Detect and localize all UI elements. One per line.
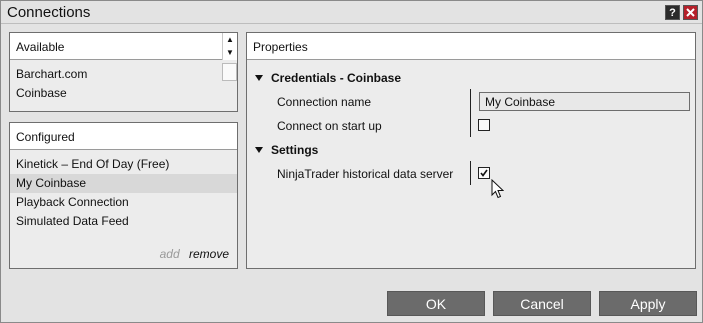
historical-server-checkbox[interactable] xyxy=(478,167,490,179)
available-scroll-thumb[interactable] xyxy=(222,63,237,81)
settings-section[interactable]: Settings xyxy=(255,143,318,157)
property-divider[interactable] xyxy=(470,161,471,185)
close-icon xyxy=(686,8,695,17)
connect-on-startup-checkbox[interactable] xyxy=(478,119,490,131)
apply-button[interactable]: Apply xyxy=(599,291,697,316)
title-bar: Connections ? xyxy=(1,1,702,24)
list-item-coinbase[interactable]: Coinbase xyxy=(10,84,237,103)
historical-server-label: NinjaTrader historical data server xyxy=(277,167,454,181)
help-button[interactable]: ? xyxy=(665,5,680,20)
connection-name-input[interactable] xyxy=(479,92,690,111)
connections-window: Connections ? Available ▲ ▼ Barchart.com… xyxy=(0,0,703,323)
configured-header: Configured xyxy=(10,123,237,150)
configured-actions: add remove xyxy=(160,247,229,261)
list-item-playback[interactable]: Playback Connection xyxy=(10,193,237,212)
mouse-cursor-icon xyxy=(491,179,504,199)
collapse-triangle-icon xyxy=(255,75,263,81)
connect-on-startup-label: Connect on start up xyxy=(277,119,382,133)
settings-section-label: Settings xyxy=(271,143,319,157)
available-scroll-buttons: ▲ ▼ xyxy=(222,33,237,60)
help-icon: ? xyxy=(669,6,676,19)
credentials-section-label: Credentials - Coinbase xyxy=(271,71,402,85)
scroll-down-icon[interactable]: ▼ xyxy=(223,46,237,59)
available-panel: Available ▲ ▼ Barchart.com Coinbase xyxy=(9,32,238,112)
connection-name-label: Connection name xyxy=(277,95,372,109)
list-item-my-coinbase[interactable]: My Coinbase xyxy=(10,174,237,193)
properties-header: Properties xyxy=(247,33,695,60)
window-title: Connections xyxy=(7,4,91,21)
credentials-section[interactable]: Credentials - Coinbase xyxy=(255,71,401,85)
available-list: Barchart.com Coinbase xyxy=(10,60,237,103)
property-divider[interactable] xyxy=(470,89,471,137)
add-link[interactable]: add xyxy=(160,247,180,261)
close-button[interactable] xyxy=(683,5,698,20)
list-item-simulated[interactable]: Simulated Data Feed xyxy=(10,212,237,231)
list-item-barchart[interactable]: Barchart.com xyxy=(10,65,237,84)
available-header: Available xyxy=(10,33,237,60)
list-item-kinetick[interactable]: Kinetick – End Of Day (Free) xyxy=(10,155,237,174)
remove-link[interactable]: remove xyxy=(189,247,229,261)
ok-button[interactable]: OK xyxy=(387,291,485,316)
configured-panel: Configured Kinetick – End Of Day (Free) … xyxy=(9,122,238,269)
properties-panel: Properties Credentials - Coinbase Connec… xyxy=(246,32,696,269)
checkmark-icon xyxy=(480,169,488,177)
configured-list: Kinetick – End Of Day (Free) My Coinbase… xyxy=(10,150,237,231)
cancel-button[interactable]: Cancel xyxy=(493,291,591,316)
collapse-triangle-icon xyxy=(255,147,263,153)
scroll-up-icon[interactable]: ▲ xyxy=(223,33,237,46)
